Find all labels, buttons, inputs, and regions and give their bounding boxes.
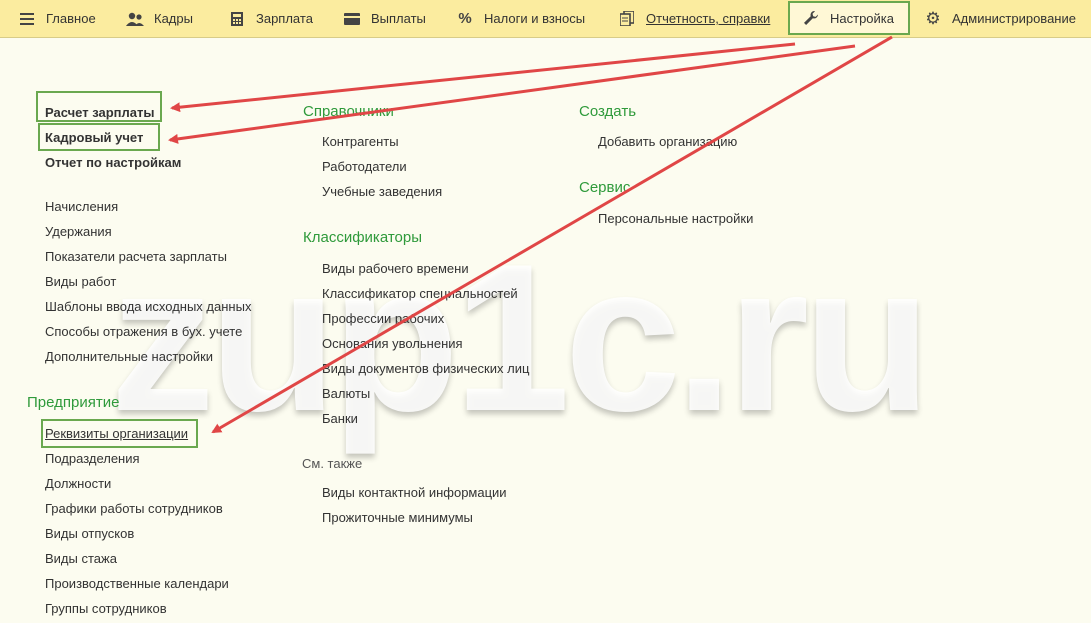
annotation-arrows — [168, 35, 893, 434]
arrow-to-org-details — [211, 35, 893, 434]
arrow-to-hr-accounting — [168, 44, 856, 144]
